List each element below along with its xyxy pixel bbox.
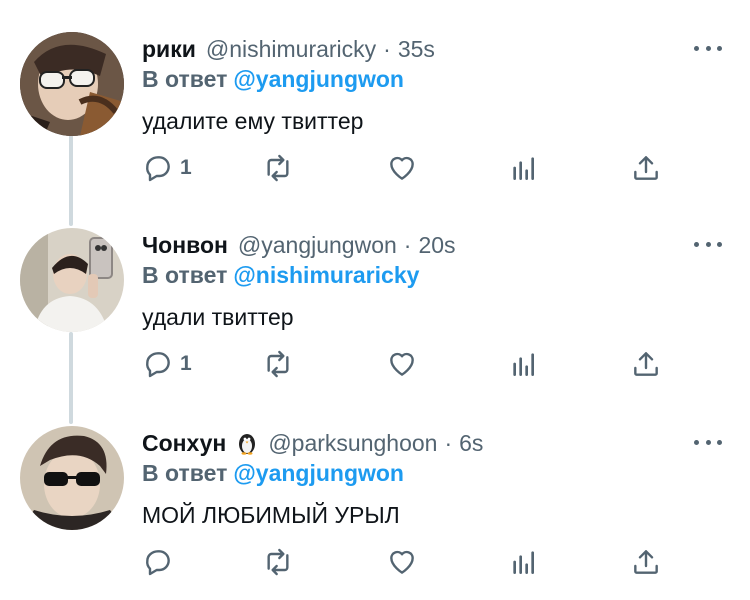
share-icon [634,550,658,574]
penguin-icon [239,434,256,455]
reply-mention[interactable]: @yangjungwon [233,66,404,92]
tweet-text: удали твиттер [142,304,294,330]
tweet-header: рики @nishimuraricky · 35s [142,32,435,66]
reply-prefix: В ответ [142,460,228,486]
reply-context: В ответ @yangjungwon [142,460,404,487]
retweet-icon [267,154,289,182]
reply-context: В ответ @yangjungwon [142,66,404,93]
like-button[interactable] [386,344,418,384]
separator: · [444,429,453,456]
handle[interactable]: @yangjungwon [238,232,397,259]
analytics-button[interactable] [508,542,540,582]
retweet-button[interactable] [262,542,294,582]
reply-button[interactable]: 1 [142,148,192,188]
share-icon [634,156,658,180]
more-options-icon[interactable] [694,36,722,60]
display-name[interactable]: рики [142,36,196,63]
separator: · [403,231,412,258]
retweet-icon [267,548,289,576]
retweet-button[interactable] [262,344,294,384]
avatar[interactable] [20,32,124,136]
tweet[interactable]: Чонвон @yangjungwon · 20s В ответ @nishim… [0,228,750,396]
reply-icon [146,352,170,378]
reply-count: 1 [180,352,192,375]
reply-button[interactable]: 1 [142,344,192,384]
tweet-actions: 1 [0,148,750,188]
reply-mention[interactable]: @nishimuraricky [233,262,419,288]
share-button[interactable] [630,344,662,384]
share-icon [634,352,658,376]
reply-icon [146,550,170,576]
handle[interactable]: @parksunghoon [268,430,437,457]
reply-prefix: В ответ [142,262,228,288]
tweet-actions: 1 [0,344,750,384]
tweet[interactable]: рики @nishimuraricky · 35s В ответ @yangj… [0,32,750,200]
display-name[interactable]: Чонвон [142,232,228,259]
display-name[interactable]: Сонхун [142,430,226,457]
more-options-icon[interactable] [694,430,722,454]
timestamp[interactable]: 6s [459,430,483,457]
avatar[interactable] [20,228,124,332]
tweet-header: Чонвон @yangjungwon · 20s [142,228,456,262]
analytics-icon [513,157,534,180]
tweet-actions [0,542,750,582]
analytics-button[interactable] [508,344,540,384]
heart-icon [390,352,414,376]
analytics-icon [513,551,534,574]
reply-button[interactable] [142,542,180,582]
like-button[interactable] [386,542,418,582]
separator: · [383,35,391,62]
timestamp[interactable]: 35s [398,36,435,63]
reply-prefix: В ответ [142,66,228,92]
more-options-icon[interactable] [694,232,722,256]
tweet-text: МОЙ ЛЮБИМЫЙ УРЫЛ [142,502,400,528]
analytics-button[interactable] [508,148,540,188]
reply-icon [146,156,170,182]
reply-context: В ответ @nishimuraricky [142,262,419,289]
like-button[interactable] [386,148,418,188]
avatar[interactable] [20,426,124,530]
retweet-icon [267,350,289,378]
heart-icon [390,550,414,574]
reply-count: 1 [180,156,192,179]
tweet-text: удалите ему твиттер [142,108,364,134]
retweet-button[interactable] [262,148,294,188]
tweet-header: Сонхун @parksunghoon · 6s [142,426,483,460]
handle[interactable]: @nishimuraricky [206,36,376,63]
reply-mention[interactable]: @yangjungwon [233,460,404,486]
timestamp[interactable]: 20s [418,232,455,259]
share-button[interactable] [630,148,662,188]
share-button[interactable] [630,542,662,582]
tweet[interactable]: Сонхун @parksunghoon · 6s В ответ @yangju… [0,426,750,596]
heart-icon [390,156,414,180]
analytics-icon [513,353,534,376]
